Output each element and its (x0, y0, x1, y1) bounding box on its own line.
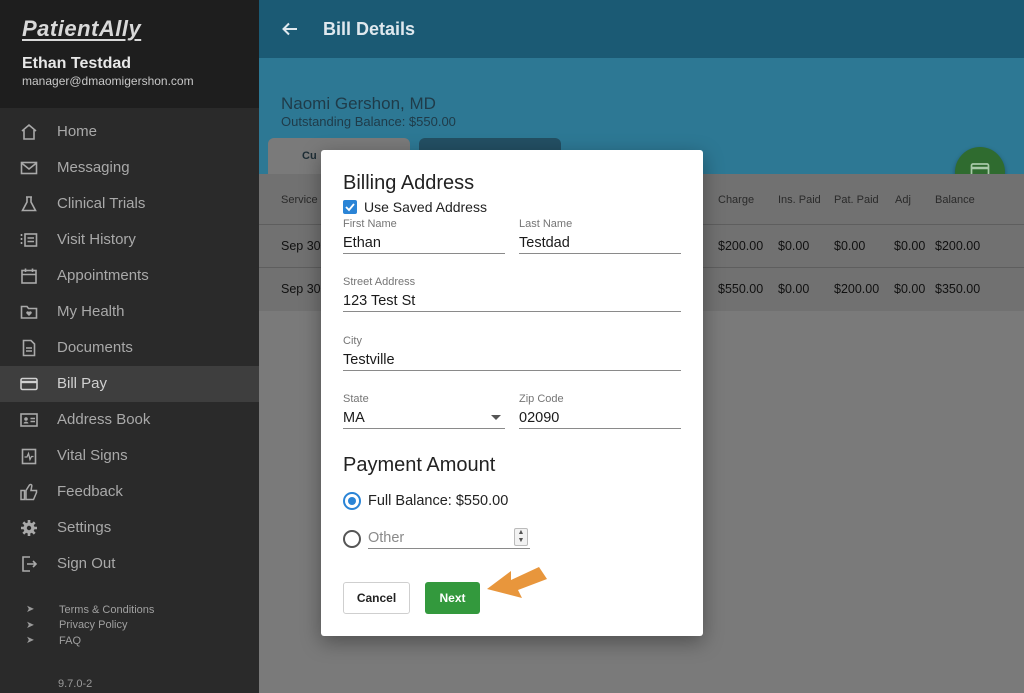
col-ins-paid: Ins. Paid (778, 194, 821, 206)
first-name-field[interactable]: First Name Ethan (343, 218, 505, 254)
list-icon (19, 231, 38, 249)
sidebar-item-label: Vital Signs (57, 447, 128, 464)
sidebar-item-vital-signs[interactable]: Vital Signs (0, 438, 259, 474)
page-title: Bill Details (323, 19, 416, 39)
document-icon (19, 339, 38, 357)
terms-link[interactable]: ➤ Terms & Conditions (26, 602, 154, 618)
user-name: Ethan Testdad (22, 55, 132, 72)
gear-icon (19, 519, 38, 537)
sidebar: PatientAlly Ethan Testdad manager@dmaomi… (0, 0, 259, 693)
sidebar-item-label: Home (57, 123, 98, 140)
dialog-title: Billing Address (343, 172, 475, 194)
provider-name: Naomi Gershon, MD (281, 94, 436, 113)
sidebar-item-label: Address Book (57, 411, 151, 428)
cancel-button[interactable]: Cancel (343, 582, 410, 614)
other-amount-field[interactable]: ▲▼ (368, 528, 530, 549)
last-name-field[interactable]: Last Name Testdad (519, 218, 681, 254)
other-amount-radio[interactable] (343, 530, 361, 548)
sidebar-item-label: Visit History (57, 231, 136, 248)
back-arrow-icon[interactable] (281, 16, 299, 44)
sidebar-item-my-health[interactable]: My Health (0, 294, 259, 330)
sidebar-item-label: Documents (57, 339, 133, 356)
col-charge: Charge (718, 194, 755, 206)
sidebar-item-label: Appointments (57, 267, 149, 284)
privacy-link[interactable]: ➤ Privacy Policy (26, 618, 154, 634)
sidebar-item-home[interactable]: Home (0, 114, 259, 150)
user-email: manager@dmaomigershon.com (22, 74, 194, 88)
use-saved-address-checkbox[interactable] (343, 200, 357, 214)
arrow-icon: ➤ (26, 635, 35, 647)
next-button[interactable]: Next (425, 582, 480, 614)
contact-card-icon (19, 411, 38, 429)
thumbs-up-icon (19, 483, 38, 501)
sidebar-item-label: Clinical Trials (57, 195, 146, 212)
faq-link[interactable]: ➤ FAQ (26, 633, 154, 649)
col-adj: Adj (895, 194, 911, 206)
col-pat-paid: Pat. Paid (834, 194, 879, 206)
sidebar-item-documents[interactable]: Documents (0, 330, 259, 366)
footer-links: ➤ Terms & Conditions ➤ Privacy Policy ➤ FAQ (26, 602, 154, 649)
flask-icon (19, 195, 38, 213)
app-version: 9.7.0-2 (58, 678, 93, 690)
credit-card-icon (19, 375, 38, 393)
zip-code-field[interactable]: Zip Code 02090 (519, 393, 681, 429)
col-service-date: Service I (281, 194, 324, 206)
sidebar-item-bill-pay[interactable]: Bill Pay (0, 366, 259, 402)
sidebar-item-label: My Health (57, 303, 125, 320)
folder-heart-icon (19, 303, 38, 321)
sidebar-item-sign-out[interactable]: Sign Out (0, 546, 259, 582)
arrow-icon: ➤ (26, 619, 35, 631)
sidebar-item-messaging[interactable]: Messaging (0, 150, 259, 186)
full-balance-label: Full Balance: $550.00 (368, 493, 509, 509)
chevron-down-icon (491, 415, 501, 420)
state-select[interactable]: State MA (343, 393, 505, 429)
calendar-icon (19, 267, 38, 285)
city-field[interactable]: City Testville (343, 335, 681, 371)
pointer-arrow-icon (485, 563, 549, 612)
sidebar-item-appointments[interactable]: Appointments (0, 258, 259, 294)
top-bar: Bill Details (259, 0, 1024, 58)
sidebar-nav: Home Messaging Clinical Trials Visit His… (0, 114, 259, 582)
use-saved-address-label: Use Saved Address (364, 199, 487, 215)
sidebar-item-feedback[interactable]: Feedback (0, 474, 259, 510)
sidebar-item-label: Settings (57, 519, 112, 536)
sidebar-item-visit-history[interactable]: Visit History (0, 222, 259, 258)
col-balance: Balance (935, 194, 975, 206)
other-amount-input[interactable] (368, 528, 508, 548)
sidebar-item-label: Feedback (57, 483, 123, 500)
sign-out-icon (19, 555, 38, 573)
clipboard-pulse-icon (19, 447, 38, 465)
sidebar-item-settings[interactable]: Settings (0, 510, 259, 546)
sidebar-item-address-book[interactable]: Address Book (0, 402, 259, 438)
street-address-field[interactable]: Street Address 123 Test St (343, 276, 681, 312)
sidebar-item-label: Sign Out (57, 555, 116, 572)
sidebar-item-label: Messaging (57, 159, 130, 176)
outstanding-balance: Outstanding Balance: $550.00 (281, 114, 456, 129)
stepper-icon[interactable]: ▲ ▼ (514, 528, 528, 546)
mail-icon (19, 159, 38, 177)
arrow-icon: ➤ (26, 604, 35, 616)
sidebar-item-clinical-trials[interactable]: Clinical Trials (0, 186, 259, 222)
home-icon (19, 123, 38, 141)
sidebar-header: PatientAlly Ethan Testdad manager@dmaomi… (0, 0, 259, 108)
payment-amount-title: Payment Amount (343, 454, 496, 476)
full-balance-radio[interactable] (343, 492, 361, 510)
app-logo: PatientAlly (22, 16, 142, 41)
sidebar-item-label: Bill Pay (57, 375, 108, 392)
